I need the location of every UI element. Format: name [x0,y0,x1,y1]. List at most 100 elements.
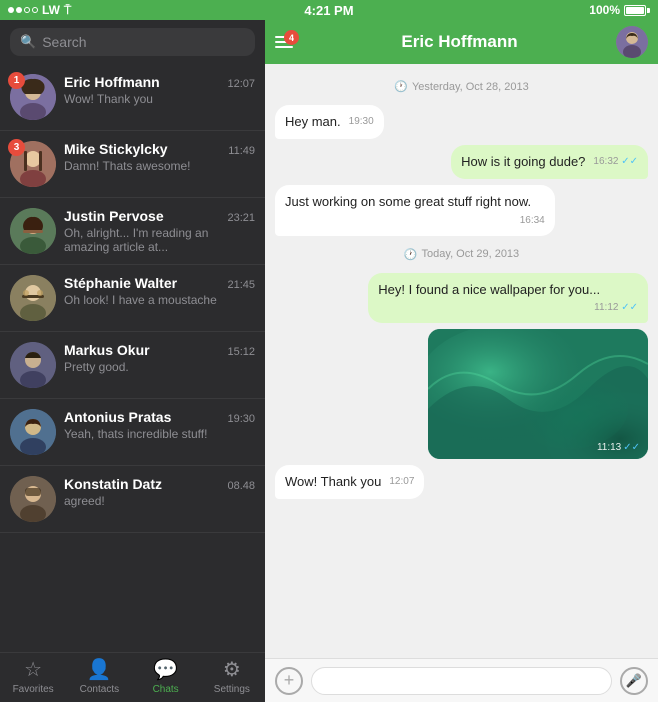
clock-icon-2: 🕐 [404,248,418,261]
bubble-text-4: Hey! I found a nice wallpaper for you... [378,282,600,297]
menu-button[interactable]: 4 [275,36,293,48]
message-1: Hey man. 19:30 [275,105,648,139]
chat-preview-7: agreed! [64,494,219,508]
search-bar[interactable]: 🔍 Search [10,28,255,56]
image-time-text: 11:13 [597,442,621,453]
bottom-tabs: ☆ Favorites 👤 Contacts 💬 Chats ⚙ Setting… [0,652,265,702]
chat-header-title: Eric Hoffmann [303,32,616,52]
avatar-wrap-2: 3 [10,141,56,187]
chat-name-row-5: Markus Okur 15:12 [64,342,255,358]
settings-label: Settings [214,684,250,695]
chat-info-6: Antonius Pratas 19:30 Yeah, thats incred… [64,409,255,441]
bubble-4: Hey! I found a nice wallpaper for you...… [368,273,648,323]
chat-name-4: Stéphanie Walter [64,275,177,291]
signal-dot-1 [8,7,14,13]
chat-name-7: Konstatin Datz [64,476,162,492]
chat-name-row-6: Antonius Pratas 19:30 [64,409,255,425]
battery-percent: 100% [589,3,620,17]
mic-button[interactable]: 🎤 [620,667,648,695]
chat-item-4[interactable]: Stéphanie Walter 21:45 Oh look! I have a… [0,265,265,332]
chat-item-1[interactable]: 1 Eric Hoffmann 12:07 Wow! Thank you [0,64,265,131]
left-panel: 🔍 Search 1 [0,20,265,702]
chat-name-row-4: Stéphanie Walter 21:45 [64,275,255,291]
avatar-4 [10,275,56,321]
chat-preview-5: Pretty good. [64,360,219,374]
chat-info-2: Mike Stickylcky 11:49 Damn! Thats awesom… [64,141,255,173]
avatar-wrap-4 [10,275,56,321]
bubble-3: Just working on some great stuff right n… [275,185,555,235]
main-area: 🔍 Search 1 [0,20,658,702]
avatar-6 [10,409,56,455]
search-placeholder: Search [42,34,86,50]
chat-name-2: Mike Stickylcky [64,141,168,157]
right-panel: 4 Eric Hoffmann 🕐 Yesterday, Oct 28, 201… [265,20,658,702]
avatar-5 [10,342,56,388]
bubble-meta-5: 12:07 [389,475,414,489]
messages-area: 🕐 Yesterday, Oct 28, 2013 Hey man. 19:30… [265,64,658,658]
chat-item-5[interactable]: Markus Okur 15:12 Pretty good. [0,332,265,399]
bubble-1: Hey man. 19:30 [275,105,384,139]
tab-chats[interactable]: 💬 Chats [133,653,199,702]
wifi-icon: ⍑ [64,3,71,18]
chat-time-3: 23:21 [227,212,255,224]
add-button[interactable]: + [275,667,303,695]
signal-dot-2 [16,7,22,13]
bubble-2: How is it going dude? 16:32 ✓✓ [451,145,648,179]
chat-time-6: 19:30 [227,413,255,425]
chat-preview-4: Oh look! I have a moustache [64,293,219,307]
check-marks-4: ✓✓ [621,302,638,313]
tab-contacts[interactable]: 👤 Contacts [66,653,132,702]
chat-item-7[interactable]: Konstatin Datz 08.48 agreed! [0,466,265,533]
bubble-meta-3: 16:34 [520,214,545,228]
chat-item-2[interactable]: 3 Mike Stickylcky 11:49 Damn! Thats awes… [0,131,265,198]
date-text-1: Yesterday, Oct 28, 2013 [412,81,529,93]
bubble-5: Wow! Thank you 12:07 [275,465,424,499]
date-divider-1: 🕐 Yesterday, Oct 28, 2013 [275,80,648,93]
chat-name-1: Eric Hoffmann [64,74,160,90]
avatar-wrap-7 [10,476,56,522]
tab-settings[interactable]: ⚙ Settings [199,653,265,702]
chat-time-5: 15:12 [227,346,255,358]
chat-name-3: Justin Pervose [64,208,164,224]
avatar-wrap-1: 1 [10,74,56,120]
tab-favorites[interactable]: ☆ Favorites [0,653,66,702]
chat-info-7: Konstatin Datz 08.48 agreed! [64,476,255,508]
avatar-wrap-5 [10,342,56,388]
avatar-wrap-3 [10,208,56,254]
chat-header: 4 Eric Hoffmann [265,20,658,64]
chat-time-2: 11:49 [228,145,255,157]
chat-time-1: 12:07 [227,78,255,90]
date-divider-2: 🕐 Today, Oct 29, 2013 [275,248,648,261]
favorites-label: Favorites [13,684,54,695]
message-input[interactable] [311,667,612,695]
settings-icon: ⚙ [223,657,241,682]
signal-dot-3 [24,7,30,13]
avatar-wrap-6 [10,409,56,455]
chat-item-6[interactable]: Antonius Pratas 19:30 Yeah, thats incred… [0,399,265,466]
chat-name-row-2: Mike Stickylcky 11:49 [64,141,255,157]
chats-icon: 💬 [153,657,178,682]
message-input-bar: + 🎤 [265,658,658,702]
contacts-icon: 👤 [87,657,112,682]
check-marks-2: ✓✓ [621,156,638,167]
message-5: Wow! Thank you 12:07 [275,465,648,499]
chat-preview-3: Oh, alright... I'm reading an amazing ar… [64,226,219,254]
bubble-text-2: How is it going dude? [461,154,585,169]
message-4: Hey! I found a nice wallpaper for you...… [275,273,648,323]
bubble-meta-4: 11:12 ✓✓ [594,301,638,315]
date-text-2: Today, Oct 29, 2013 [422,248,520,260]
bubble-text-5: Wow! Thank you [285,474,381,489]
menu-line-3 [275,46,293,48]
avatar-7 [10,476,56,522]
chat-name-row-7: Konstatin Datz 08.48 [64,476,255,492]
chat-item-3[interactable]: Justin Pervose 23:21 Oh, alright... I'm … [0,198,265,265]
status-right: 100% [589,3,650,17]
chat-info-1: Eric Hoffmann 12:07 Wow! Thank you [64,74,255,106]
image-check-marks: ✓✓ [623,442,640,453]
battery-icon [624,5,650,16]
bubble-text-1: Hey man. [285,114,341,129]
header-avatar[interactable] [616,26,648,58]
favorites-icon: ☆ [24,657,42,682]
chat-list: 1 Eric Hoffmann 12:07 Wow! Thank you [0,64,265,652]
chat-preview-1: Wow! Thank you [64,92,219,106]
